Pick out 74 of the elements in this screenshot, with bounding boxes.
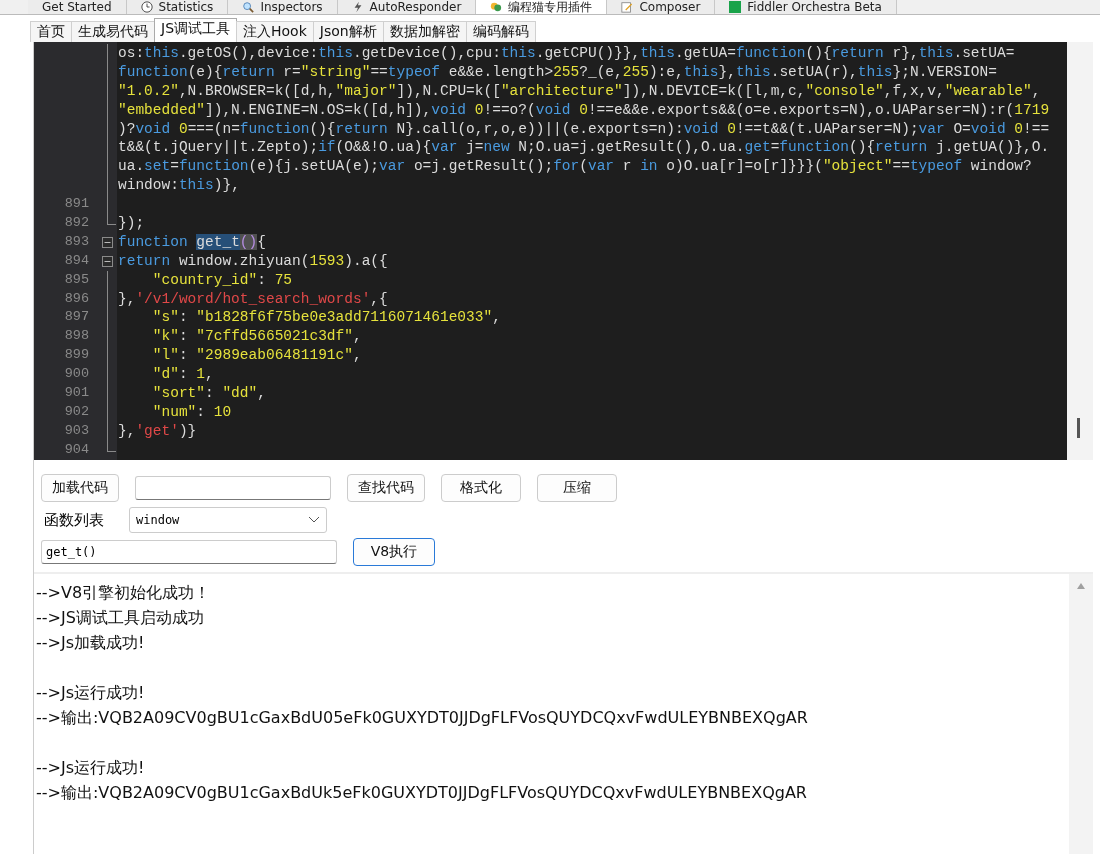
host-tab[interactable]: 编程猫专用插件 (476, 0, 608, 14)
code-line: },'/v1/word/hot_search_words',{ (118, 289, 388, 309)
code-line: "1.0.2",N.BROWSER=k([d,h,"major"]),N.CPU=k(["architecture"]),N.DEVICE=k([l,m,c,"console",f,x,v,"wearable", (118, 81, 1041, 101)
chevron-down-icon (308, 516, 320, 524)
line-number: 902 (64, 403, 89, 419)
line-number: 895 (64, 271, 89, 287)
log-line: -->V8引擎初始化成功！ (36, 582, 212, 604)
code-line: )?void 0===(n=function(){return N}.call(o,r,o,e))||(e.exports=n):void 0!==t&&(t.UAParser=N);var O=void 0!== (118, 119, 1050, 139)
logo-icon (729, 1, 742, 13)
line-number: 893 (64, 233, 89, 249)
code-line: return window.zhiyuan(1593).a({ (118, 251, 388, 271)
load-code-button[interactable]: 加载代码 (41, 474, 119, 502)
pencil-icon (621, 1, 634, 13)
host-tab[interactable]: Get Started (28, 0, 127, 14)
log-line: -->Js加载成功! (36, 632, 146, 654)
line-number: 901 (64, 385, 89, 401)
code-line: function get_t(){ (118, 232, 266, 252)
tool-tab[interactable]: 数据加解密 (382, 21, 467, 42)
scrollbar-thumb[interactable] (1077, 418, 1080, 438)
function-list-label: 函数列表 (43, 510, 105, 530)
code-line: "s": "b1828f6f75be0e3add7116071461e033", (151, 308, 501, 328)
search-field[interactable] (135, 476, 331, 500)
line-number: 903 (64, 422, 89, 438)
find-code-button[interactable]: 查找代码 (347, 474, 425, 502)
tool-tab[interactable]: Json解析 (312, 21, 384, 42)
code-line: t&&(t.jQuery||t.Zepto);if(O&&!O.ua){var j=new N;O.ua=j.getResult(),O.ua.get=function(){return j.getUA()},O. (118, 138, 1050, 158)
code-line: "num": 10 (151, 402, 232, 422)
host-tab[interactable]: AutoResponder (337, 0, 477, 14)
call-input-field[interactable]: get_t() (41, 540, 337, 564)
line-number: 898 (64, 328, 89, 344)
collapse-icon[interactable] (102, 236, 113, 248)
compress-button[interactable]: 压缩 (537, 474, 617, 502)
line-number: 900 (64, 366, 89, 382)
line-number: 897 (64, 309, 89, 325)
tool-tab[interactable]: 生成易代码 (71, 21, 155, 42)
line-number: 892 (64, 215, 89, 230)
plugin-icon (490, 1, 503, 13)
code-line: function(e){return r="string"==typeof e&&e.length>255?_(e,255):e,this},this.setUA(r),this};N.VERSION= (118, 62, 997, 82)
collapse-icon[interactable] (102, 255, 113, 267)
code-line: },'get')} (118, 421, 197, 441)
tool-tab[interactable]: 首页 (30, 21, 72, 42)
code-line: window:this)}, (118, 176, 240, 196)
line-number: 904 (64, 441, 89, 457)
clock-icon (140, 1, 153, 13)
code-line: ua.set=function(e){j.setUA(e);var o=j.getResult();for(var r in o)O.ua[r]=o[r]}}}("object"==typeof window? (118, 157, 1032, 177)
format-button[interactable]: 格式化 (441, 474, 521, 502)
line-number: 894 (64, 252, 89, 268)
host-tab[interactable]: Composer (607, 0, 716, 14)
code-line: }); (118, 214, 145, 233)
host-tab[interactable]: Statistics (126, 0, 229, 14)
log-line: -->输出:VQB2A09CV0gBU1cGaxBdU05eFk0GUXYDT0JJDgFLFVosQUYDCQxvFwdULEYBNBEXQgAR (36, 707, 809, 729)
log-line: -->Js运行成功! (36, 682, 146, 704)
function-dropdown[interactable]: window (129, 507, 327, 533)
log-line: -->输出:VQB2A09CV0gBU1cGaxBdUk5eFk0GUXYDT0JJDgFLFVosQUYDCQxvFwdULEYBNBEXQgAR (36, 782, 808, 804)
code-line: "l": "2989eab06481191c", (151, 346, 362, 366)
line-number: 899 (64, 347, 89, 363)
code-line: "k": "7cffd5665021c3df", (151, 327, 362, 347)
code-line: "d": 1, (151, 365, 214, 385)
host-tab[interactable]: Fiddler Orchestra Beta (715, 0, 897, 14)
code-line: os:this.getOS(),device:this.getDevice(),cpu:this.getCPU()}},this.getUA=function(){return r},this.setUA= (118, 44, 1015, 63)
line-number: 896 (64, 290, 89, 306)
code-line: "embedded"]),N.ENGINE=N.OS=k([d,h]),void 0!==o?(void 0!==e&&e.exports&&(o=e.exports=N),o.UAParser=N):r(1719 (118, 100, 1050, 120)
tool-tab[interactable]: 注入Hook (236, 21, 314, 42)
tool-tab[interactable]: JS调试工具 (154, 18, 237, 42)
code-editor[interactable] (34, 42, 1093, 460)
code-line: "sort": "dd", (151, 384, 266, 403)
log-line: -->Js运行成功! (36, 757, 146, 779)
log-line: -->JS调试工具启动成功 (36, 607, 205, 629)
tool-tab[interactable]: 编码解码 (465, 21, 536, 42)
run-button[interactable]: V8执行 (353, 538, 435, 566)
code-line: "country_id": 75 (151, 270, 293, 290)
host-tab[interactable]: Inspectors (228, 0, 338, 14)
line-number: 891 (64, 196, 89, 212)
magnifier-icon (242, 1, 255, 13)
